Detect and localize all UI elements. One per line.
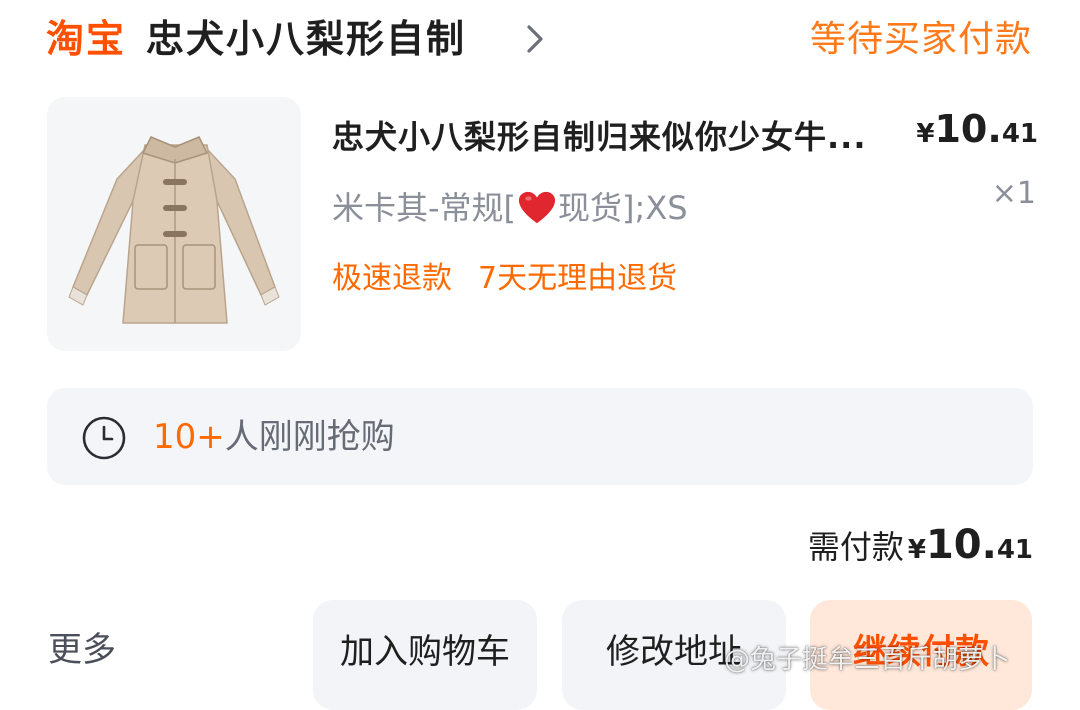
heart-icon	[518, 191, 556, 224]
tag-fast-refund: 极速退款	[332, 261, 452, 296]
product-sku: 米卡其-常规[ 现货];XS	[332, 186, 688, 230]
more-button[interactable]: 更多	[48, 625, 116, 675]
order-status: 等待买家付款	[809, 19, 1032, 60]
product-price: ¥10.41	[916, 106, 1038, 160]
notice-count: 10+	[153, 417, 225, 457]
tag-7day-return: 7天无理由退货	[478, 261, 678, 296]
product-quantity: ×1	[991, 176, 1036, 211]
notice-message: 人刚刚抢购	[224, 417, 395, 457]
total-label: 需付款	[807, 528, 904, 566]
price-integer: 10.	[934, 107, 1002, 151]
total-amount: 需付款 ¥10. 41	[808, 520, 1033, 575]
shop-name-link[interactable]: 忠犬小八梨形自制	[146, 14, 466, 64]
watermark: @兔子挺牟三百斤胡萝卜	[724, 645, 1011, 675]
product-image[interactable]	[47, 97, 301, 351]
sku-prefix: 米卡其-常规[	[332, 189, 517, 227]
total-integer: 10.	[925, 522, 997, 568]
clock-icon	[82, 416, 126, 460]
coat-image	[68, 136, 280, 324]
total-decimal: 41	[996, 535, 1033, 565]
service-tags: 极速退款 7天无理由退货	[332, 257, 677, 301]
notice-text: 10+人刚刚抢购	[153, 412, 395, 462]
total-currency: ¥	[907, 535, 926, 565]
platform-label: 淘宝	[46, 17, 127, 61]
price-currency: ¥	[916, 119, 935, 149]
product-title[interactable]: 忠犬小八梨形自制归来似你少女牛...	[332, 115, 928, 159]
add-to-cart-button[interactable]: 加入购物车	[313, 600, 537, 710]
price-decimal: 41	[1001, 119, 1038, 149]
chevron-right-icon[interactable]	[520, 22, 550, 56]
sku-suffix: 现货];XS	[558, 189, 688, 227]
purchase-notice: 10+人刚刚抢购	[47, 388, 1033, 485]
